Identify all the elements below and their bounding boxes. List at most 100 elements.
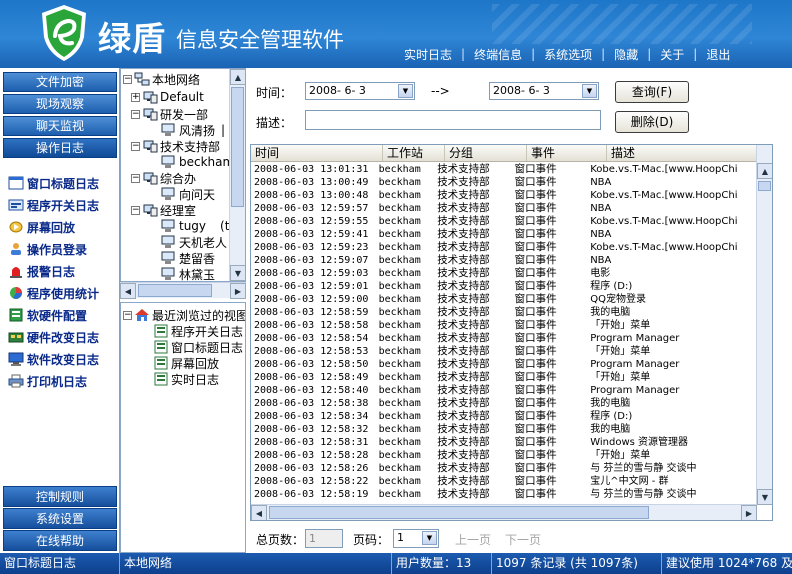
tree-node-computer[interactable]: tugy (tu [161,218,237,234]
next-page-link[interactable]: 下一页 [505,531,541,548]
table-row[interactable]: 2008-06-03 12:58:53 beckham 技术支持部 窗口事件 「开始」菜… [251,345,757,358]
nav-live-view-button[interactable]: 现场观察 [3,94,117,114]
nav-item-hardware-change-log[interactable]: 硬件改变日志 [0,326,119,348]
collapse-icon[interactable]: − [123,74,132,84]
scroll-down-icon[interactable]: ▼ [230,265,245,281]
tree-node-computer[interactable]: 林黛玉 [161,266,215,281]
table-row[interactable]: 2008-06-03 13:00:49 beckham 技术支持部 窗口事件 NBA [251,176,757,189]
dropdown-arrow-icon[interactable]: ▼ [398,84,413,98]
nav-item-operator-login[interactable]: 操作员登录 [0,238,119,260]
online-help-button[interactable]: 在线帮助 [3,530,117,551]
tree-node-general-office[interactable]: − 综合办 [131,170,196,186]
tree-horizontal-scrollbar[interactable]: ◀ ▶ [120,282,246,299]
nav-item-screen-replay[interactable]: 屏幕回放 [0,216,119,238]
table-row[interactable]: 2008-06-03 12:58:28 beckham 技术支持部 窗口事件 「开始」菜… [251,449,757,462]
collapse-icon[interactable]: − [131,205,140,215]
table-row[interactable]: 2008-06-03 12:58:40 beckham 技术支持部 窗口事件 Progr… [251,384,757,397]
menu-exit[interactable]: 退出 [706,46,730,63]
table-row[interactable]: 2008-06-03 12:59:55 beckham 技术支持部 窗口事件 Kobe.… [251,215,757,228]
nav-item-window-title-log[interactable]: 窗口标题日志 [0,172,119,194]
table-row[interactable]: 2008-06-03 12:58:32 beckham 技术支持部 窗口事件 我的电脑 [251,423,757,436]
system-settings-button[interactable]: 系统设置 [3,508,117,529]
scroll-right-icon[interactable]: ▶ [741,505,757,520]
table-vertical-scrollbar[interactable]: ▲ ▼ [756,145,772,505]
column-header-description[interactable]: 描述 [607,145,772,161]
tree-node-computer[interactable]: 楚留香 [161,250,215,266]
nav-chat-monitor-button[interactable]: 聊天监视 [3,116,117,136]
scroll-left-icon[interactable]: ◀ [120,283,136,299]
column-header-workstation[interactable]: 工作站 [383,145,445,161]
table-row[interactable]: 2008-06-03 12:58:31 beckham 技术支持部 窗口事件 Windo… [251,436,757,449]
table-row[interactable]: 2008-06-03 12:58:19 beckham 技术支持部 窗口事件 与 芬兰的… [251,488,757,501]
table-row[interactable]: 2008-06-03 12:59:41 beckham 技术支持部 窗口事件 NBA [251,228,757,241]
table-row[interactable]: 2008-06-03 12:59:07 beckham 技术支持部 窗口事件 NBA [251,254,757,267]
query-button[interactable]: 查询(F) [615,81,689,103]
tree-vertical-scrollbar[interactable]: ▲ ▼ [229,69,245,281]
recent-item-realtime-log[interactable]: 实时日志 [153,371,219,387]
scroll-thumb[interactable] [138,284,212,297]
scroll-up-icon[interactable]: ▲ [230,69,245,85]
table-row[interactable]: 2008-06-03 12:59:57 beckham 技术支持部 窗口事件 NBA [251,202,757,215]
scroll-thumb[interactable] [269,506,649,519]
nav-operation-log-button[interactable]: 操作日志 [3,138,117,158]
table-row[interactable]: 2008-06-03 12:58:34 beckham 技术支持部 窗口事件 程序 (D… [251,410,757,423]
nav-file-encrypt-button[interactable]: 文件加密 [3,72,117,92]
tree-node-computer[interactable]: 向问天 [161,186,215,202]
dropdown-arrow-icon[interactable]: ▼ [582,84,597,98]
scroll-right-icon[interactable]: ▶ [230,283,246,299]
control-rules-button[interactable]: 控制规则 [3,486,117,507]
scroll-thumb[interactable] [758,181,771,191]
prev-page-link[interactable]: 上一页 [455,531,491,548]
nav-item-hw-sw-config[interactable]: 软硬件配置 [0,304,119,326]
tree-node-root[interactable]: − 本地网络 [123,71,200,87]
nav-item-printer-log[interactable]: 打印机日志 [0,370,119,392]
scroll-left-icon[interactable]: ◀ [251,505,267,520]
table-row[interactable]: 2008-06-03 12:58:26 beckham 技术支持部 窗口事件 与 芬兰的… [251,462,757,475]
collapse-icon[interactable]: − [131,141,140,151]
tree-node-computer[interactable]: beckham [161,154,234,170]
table-row[interactable]: 2008-06-03 12:59:23 beckham 技术支持部 窗口事件 Kobe.… [251,241,757,254]
description-input[interactable] [305,110,601,130]
expand-icon[interactable]: + [131,92,140,102]
column-header-group[interactable]: 分组 [445,145,527,161]
menu-terminal-info[interactable]: 终端信息 [474,46,522,63]
nav-item-program-switch-log[interactable]: 程序开关日志 [0,194,119,216]
scroll-thumb[interactable] [231,87,244,207]
tree-node-computer[interactable]: 风清扬 | [161,122,225,138]
nav-item-alarm-log[interactable]: 报警日志 [0,260,119,282]
table-row[interactable]: 2008-06-03 12:58:49 beckham 技术支持部 窗口事件 「开始」菜… [251,371,757,384]
collapse-icon[interactable]: − [131,109,140,119]
collapse-icon[interactable]: − [131,173,140,183]
page-number-select[interactable]: 1 ▼ [393,529,439,548]
table-row[interactable]: 2008-06-03 12:59:03 beckham 技术支持部 窗口事件 电影 [251,267,757,280]
dropdown-arrow-icon[interactable]: ▼ [422,531,437,545]
tree-node-computer[interactable]: 天机老人 [161,234,227,250]
table-row[interactable]: 2008-06-03 12:58:50 beckham 技术支持部 窗口事件 Progr… [251,358,757,371]
recent-item-window-title-log[interactable]: 窗口标题日志 [153,339,243,355]
menu-realtime-log[interactable]: 实时日志 [404,46,452,63]
scroll-up-icon[interactable]: ▲ [757,163,772,179]
menu-system-options[interactable]: 系统选项 [544,46,592,63]
table-horizontal-scrollbar[interactable]: ◀ ▶ [251,504,757,520]
tree-node-tech-support[interactable]: − 技术支持部 [131,138,220,154]
nav-item-software-change-log[interactable]: 软件改变日志 [0,348,119,370]
nav-item-program-usage-stats[interactable]: 程序使用统计 [0,282,119,304]
to-date-picker[interactable]: 2008- 6- 3 ▼ [489,82,599,100]
scroll-down-icon[interactable]: ▼ [757,489,772,505]
tree-node-default[interactable]: + Default [131,89,204,105]
table-row[interactable]: 2008-06-03 12:58:38 beckham 技术支持部 窗口事件 我的电脑 [251,397,757,410]
from-date-picker[interactable]: 2008- 6- 3 ▼ [305,82,415,100]
table-row[interactable]: 2008-06-03 12:58:22 beckham 技术支持部 窗口事件 宝儿^中文… [251,475,757,488]
table-row[interactable]: 2008-06-03 12:58:58 beckham 技术支持部 窗口事件 「开始」菜… [251,319,757,332]
menu-hide[interactable]: 隐藏 [614,46,638,63]
table-row[interactable]: 2008-06-03 12:58:54 beckham 技术支持部 窗口事件 Progr… [251,332,757,345]
recent-views-root[interactable]: − 最近浏览过的视图 [123,307,245,323]
table-row[interactable]: 2008-06-03 13:01:31 beckham 技术支持部 窗口事件 Kobe.… [251,163,757,176]
table-row[interactable]: 2008-06-03 12:59:01 beckham 技术支持部 窗口事件 程序 (D… [251,280,757,293]
recent-item-program-switch-log[interactable]: 程序开关日志 [153,323,243,339]
table-row[interactable]: 2008-06-03 13:00:48 beckham 技术支持部 窗口事件 Kobe.… [251,189,757,202]
menu-about[interactable]: 关于 [660,46,684,63]
tree-node-manager-office[interactable]: − 经理室 [131,202,196,218]
column-header-time[interactable]: 时间 [251,145,383,161]
recent-item-screen-replay[interactable]: 屏幕回放 [153,355,219,371]
